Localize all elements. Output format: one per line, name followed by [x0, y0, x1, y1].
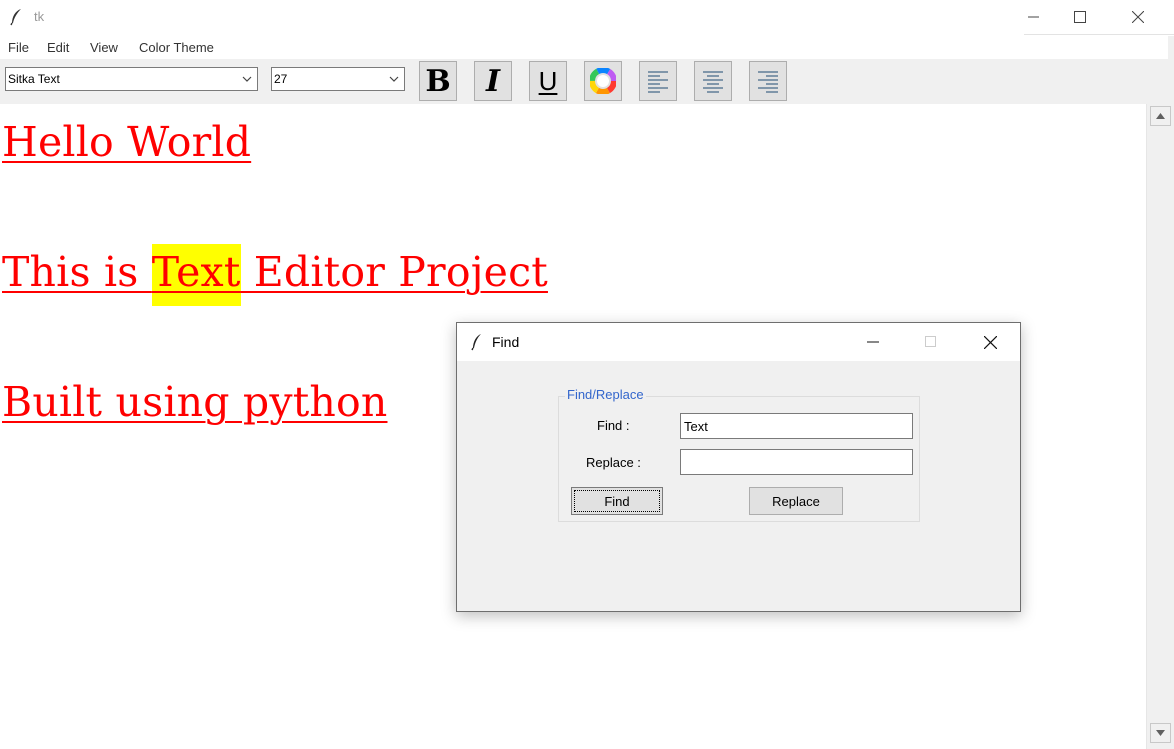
- find-input[interactable]: Text: [680, 413, 913, 439]
- replace-input[interactable]: [680, 449, 913, 475]
- font-family-select[interactable]: Sitka Text: [5, 67, 258, 91]
- italic-icon: I: [485, 63, 501, 99]
- dialog-maximize-button[interactable]: [908, 323, 954, 361]
- close-icon: [1132, 11, 1144, 23]
- align-left-icon: [648, 71, 668, 93]
- align-center-button[interactable]: [694, 61, 732, 101]
- minimize-icon: [867, 341, 879, 343]
- scroll-up-button[interactable]: [1150, 106, 1171, 126]
- font-size-select[interactable]: 27: [271, 67, 405, 91]
- maximize-icon: [925, 336, 936, 347]
- menu-view[interactable]: View: [90, 40, 118, 55]
- text-color-button[interactable]: [584, 61, 622, 101]
- dialog-minimize-button[interactable]: [850, 323, 896, 361]
- underline-button[interactable]: U: [529, 61, 567, 101]
- menu-edit[interactable]: Edit: [47, 40, 69, 55]
- arrow-down-icon: [1156, 730, 1165, 736]
- menu-bar: File Edit View Color Theme: [0, 36, 1174, 58]
- find-dialog: Find Find/Replace Find : Text Replace : …: [456, 322, 1021, 612]
- replace-label: Replace :: [586, 455, 641, 470]
- chevron-down-icon[interactable]: [240, 72, 254, 86]
- text-line-3: Built using python: [2, 378, 388, 426]
- title-divider: [1024, 34, 1174, 35]
- find-label: Find :: [597, 418, 630, 433]
- bold-icon: B: [425, 63, 451, 99]
- align-right-button[interactable]: [749, 61, 787, 101]
- italic-button[interactable]: I: [474, 61, 512, 101]
- font-size-value: 27: [274, 72, 288, 86]
- arrow-up-icon: [1156, 113, 1165, 119]
- font-family-value: Sitka Text: [8, 72, 60, 86]
- group-label: Find/Replace: [565, 387, 646, 402]
- chevron-down-icon[interactable]: [387, 72, 401, 86]
- dialog-close-button[interactable]: [967, 323, 1013, 361]
- find-input-value: Text: [684, 419, 708, 434]
- main-window: tk File Edit View Color Theme Sitka Text…: [0, 0, 1174, 749]
- vertical-scrollbar[interactable]: [1146, 104, 1174, 749]
- align-left-button[interactable]: [639, 61, 677, 101]
- feather-icon: [470, 333, 484, 351]
- maximize-button[interactable]: [1052, 0, 1108, 34]
- toolbar: Sitka Text 27 B I U: [0, 59, 1174, 104]
- feather-icon: [9, 8, 25, 26]
- text-line-2-before: This is: [2, 248, 152, 296]
- bold-button[interactable]: B: [419, 61, 457, 101]
- close-button[interactable]: [1110, 0, 1166, 34]
- text-line-2: This is Text Editor Project: [2, 244, 548, 306]
- dialog-title: Find: [492, 334, 520, 350]
- text-line-3-content: Built using python: [2, 378, 388, 426]
- title-bar: tk: [0, 0, 1174, 34]
- underline-icon: U: [538, 65, 558, 96]
- maximize-icon: [1074, 11, 1086, 23]
- align-right-icon: [758, 71, 778, 93]
- find-button[interactable]: Find: [571, 487, 663, 515]
- window-title: tk: [34, 9, 45, 24]
- color-wheel-icon: [590, 68, 616, 94]
- replace-button[interactable]: Replace: [749, 487, 843, 515]
- menu-color-theme[interactable]: Color Theme: [139, 40, 214, 55]
- dialog-title-bar: Find: [457, 323, 1020, 361]
- scroll-down-button[interactable]: [1150, 723, 1171, 743]
- close-icon: [983, 335, 997, 349]
- text-line-1: Hello World: [2, 118, 251, 166]
- highlighted-match: Text: [151, 244, 241, 306]
- minimize-icon: [1028, 16, 1039, 18]
- text-line-1-content: Hello World: [2, 118, 252, 166]
- text-line-2-after: Editor Project: [240, 248, 548, 296]
- align-center-icon: [703, 71, 723, 93]
- menu-file[interactable]: File: [8, 40, 29, 55]
